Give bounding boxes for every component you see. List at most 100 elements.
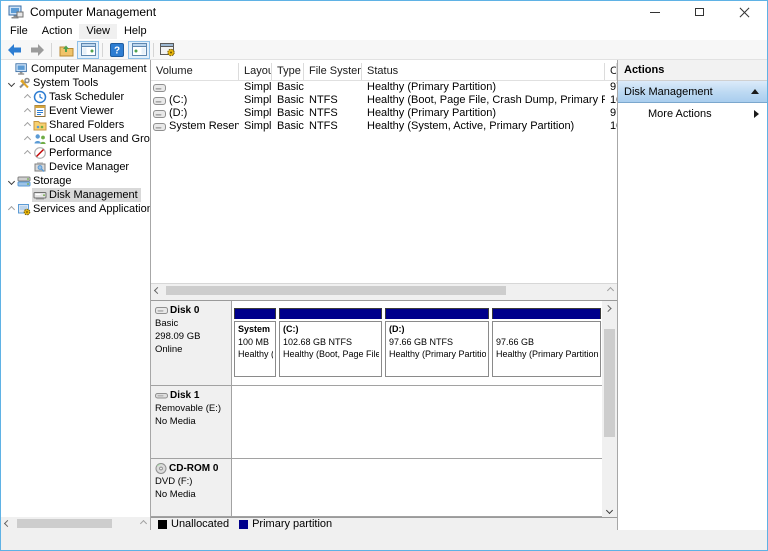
back-button[interactable] bbox=[4, 41, 26, 59]
volume-row[interactable]: (D:) Simple Basic NTFS Healthy (Primary … bbox=[151, 107, 617, 120]
volume-row[interactable]: Simple Basic Healthy (Primary Partition)… bbox=[151, 81, 617, 94]
scroll-down-arrow[interactable] bbox=[602, 503, 617, 517]
partition-system-reserved[interactable]: System Reserved 100 MB Healthy (System, … bbox=[234, 308, 276, 377]
partition-c[interactable]: (C:) 102.68 GB NTFS Healthy (Boot, Page … bbox=[279, 308, 382, 377]
tree-item-system-tools[interactable]: System Tools bbox=[1, 76, 150, 90]
scroll-left-arrow[interactable] bbox=[1, 517, 14, 530]
forward-button[interactable] bbox=[26, 41, 48, 59]
tree-item-label: Task Scheduler bbox=[49, 91, 125, 103]
tree-item-task-scheduler[interactable]: Task Scheduler bbox=[1, 90, 150, 104]
expand-expander[interactable] bbox=[23, 135, 32, 143]
tree-item-label: System Tools bbox=[33, 77, 99, 89]
show-hide-action-pane-button[interactable] bbox=[128, 40, 150, 59]
show-hide-console-tree-button[interactable] bbox=[77, 40, 99, 59]
volume-layout: Simple bbox=[244, 107, 272, 119]
tree-item-local-users-and-groups[interactable]: Local Users and Groups bbox=[1, 132, 150, 146]
disk0-partitions: System Reserved 100 MB Healthy (System, … bbox=[232, 301, 604, 385]
title-bar[interactable]: Computer Management bbox=[1, 1, 767, 23]
expand-expander[interactable] bbox=[7, 205, 16, 213]
expand-expander[interactable] bbox=[23, 149, 32, 157]
scroll-track[interactable] bbox=[602, 315, 617, 503]
partition-no-letter[interactable]: 97.66 GB Healthy (Primary Partition) bbox=[492, 308, 601, 377]
tree-item-device-manager[interactable]: Device Manager bbox=[1, 160, 150, 174]
menu-view[interactable]: View bbox=[79, 24, 117, 39]
collapse-group-icon[interactable] bbox=[751, 89, 759, 94]
chevron-down-icon bbox=[7, 79, 16, 87]
up-folder-button[interactable] bbox=[55, 41, 77, 59]
more-actions-item[interactable]: More Actions bbox=[618, 103, 767, 125]
legend-label-primary-partition: Primary partition bbox=[252, 518, 333, 530]
collapse-expander[interactable] bbox=[7, 79, 16, 87]
tree-item-performance[interactable]: Performance bbox=[1, 146, 150, 160]
scroll-thumb[interactable] bbox=[166, 286, 506, 295]
volume-type: Basic bbox=[277, 94, 304, 106]
disk-row-disk0[interactable]: Disk 0 Basic 298.09 GB Online System Res… bbox=[151, 301, 602, 386]
scroll-up-arrow[interactable] bbox=[602, 301, 617, 315]
disk0-label[interactable]: Disk 0 Basic 298.09 GB Online bbox=[151, 301, 232, 385]
scroll-right-arrow[interactable] bbox=[604, 284, 617, 297]
column-header-volume[interactable]: Volume bbox=[151, 63, 239, 80]
volume-row[interactable]: System Reserved Simple Basic NTFS Health… bbox=[151, 120, 617, 133]
svg-text:?: ? bbox=[114, 45, 120, 56]
chevron-up-icon bbox=[604, 304, 612, 312]
tree-item-label: Computer Management (Local) bbox=[31, 63, 150, 75]
window-title: Computer Management bbox=[30, 5, 157, 19]
column-header-type[interactable]: Type bbox=[272, 63, 304, 80]
chevron-right-icon bbox=[139, 519, 148, 528]
scroll-track[interactable] bbox=[164, 284, 604, 297]
task-scheduler-icon bbox=[32, 90, 47, 104]
collapse-expander[interactable] bbox=[7, 177, 16, 185]
volume-list-horizontal-scrollbar[interactable] bbox=[151, 284, 617, 297]
chevron-right-icon bbox=[23, 93, 32, 101]
disk-type: Basic bbox=[155, 318, 179, 329]
chevron-left-icon bbox=[3, 519, 12, 528]
tree-item-storage[interactable]: Storage bbox=[1, 174, 150, 188]
volume-list-header: Volume Layout Type File System Status Ca… bbox=[151, 63, 617, 81]
cdrom0-label[interactable]: CD-ROM 0 DVD (F:) No Media bbox=[151, 459, 232, 516]
tree-item-event-viewer[interactable]: Event Viewer bbox=[1, 104, 150, 118]
actions-group-disk-management[interactable]: Disk Management bbox=[618, 81, 767, 103]
column-header-layout[interactable]: Layout bbox=[239, 63, 272, 80]
status-bar bbox=[1, 530, 767, 550]
volume-row[interactable]: (C:) Simple Basic NTFS Healthy (Boot, Pa… bbox=[151, 94, 617, 107]
up-folder-icon bbox=[59, 45, 73, 56]
toolbar-separator bbox=[102, 42, 103, 57]
partition-d[interactable]: (D:) 97.66 GB NTFS Healthy (Primary Part… bbox=[385, 308, 489, 377]
scroll-track[interactable] bbox=[14, 517, 137, 530]
menu-help[interactable]: Help bbox=[117, 24, 154, 39]
partition-size: 97.66 GB NTFS bbox=[389, 336, 454, 347]
scroll-thumb[interactable] bbox=[604, 329, 615, 437]
volume-icon bbox=[153, 96, 166, 105]
column-header-file-system[interactable]: File System bbox=[304, 63, 362, 80]
console-properties-button[interactable] bbox=[157, 41, 179, 59]
menu-action[interactable]: Action bbox=[35, 24, 80, 39]
scroll-right-arrow[interactable] bbox=[137, 517, 150, 530]
expand-expander[interactable] bbox=[23, 107, 32, 115]
column-header-capacity[interactable]: Capacity bbox=[605, 63, 617, 80]
unallocated-color-swatch bbox=[158, 519, 167, 529]
minimize-button[interactable] bbox=[632, 1, 677, 23]
disk-type: DVD (F:) bbox=[155, 476, 193, 487]
scroll-thumb[interactable] bbox=[17, 519, 112, 528]
maximize-icon bbox=[695, 8, 704, 16]
tree-horizontal-scrollbar[interactable] bbox=[1, 517, 150, 530]
expand-expander[interactable] bbox=[23, 121, 32, 129]
column-header-status[interactable]: Status bbox=[362, 63, 605, 80]
actions-panel: Actions Disk Management More Actions bbox=[617, 60, 767, 530]
menu-file[interactable]: File bbox=[3, 24, 35, 39]
disk-row-disk1[interactable]: Disk 1 Removable (E:) No Media bbox=[151, 386, 602, 459]
primary-partition-color-bar bbox=[279, 308, 382, 319]
disk-pane-vertical-scrollbar[interactable] bbox=[602, 301, 617, 517]
tree-item-shared-folders[interactable]: Shared Folders bbox=[1, 118, 150, 132]
tree-item-computer-management[interactable]: Computer Management (Local) bbox=[1, 62, 150, 76]
disk1-label[interactable]: Disk 1 Removable (E:) No Media bbox=[151, 386, 232, 458]
tree-item-services-and-applications[interactable]: Services and Applications bbox=[1, 202, 150, 216]
tree-item-disk-management[interactable]: Disk Management bbox=[1, 188, 150, 202]
scroll-left-arrow[interactable] bbox=[151, 284, 164, 297]
removable-disk-icon bbox=[155, 393, 168, 399]
disk-row-cdrom0[interactable]: CD-ROM 0 DVD (F:) No Media bbox=[151, 459, 602, 517]
maximize-button[interactable] bbox=[677, 1, 722, 23]
help-button[interactable]: ? bbox=[106, 41, 128, 59]
expand-expander[interactable] bbox=[23, 93, 32, 101]
close-button[interactable] bbox=[722, 1, 767, 23]
